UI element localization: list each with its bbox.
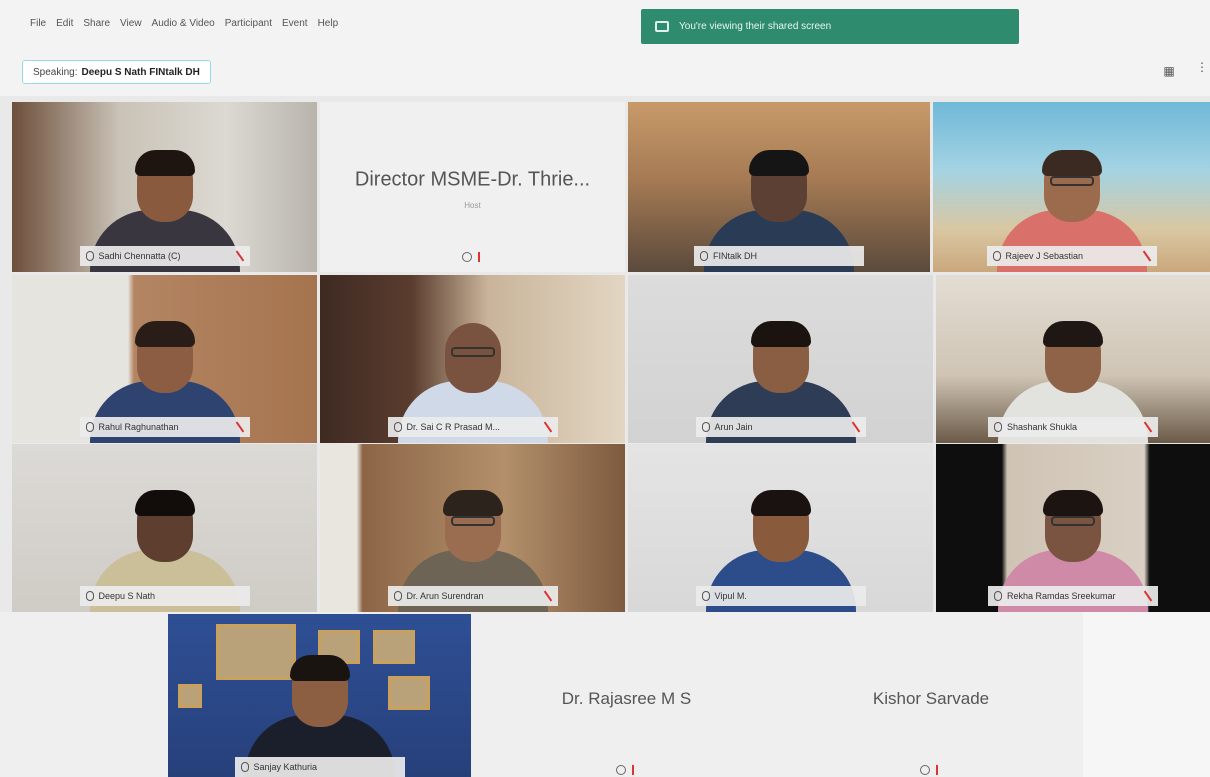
participant-name-label: Arun Jain <box>695 417 866 437</box>
mic-icon <box>85 422 94 432</box>
mic-icon <box>701 591 710 601</box>
more-icon[interactable]: ⋮ <box>1196 60 1210 82</box>
status-icons <box>615 765 638 775</box>
participant-name-label: Rekha Ramdas Sreekumar <box>988 586 1158 606</box>
video-tile[interactable]: Sanjay Kathuria <box>168 614 471 777</box>
participant-name-label: Sanjay Kathuria <box>234 757 405 777</box>
speaking-prefix: Speaking: <box>33 66 78 78</box>
video-tile[interactable]: Arun Jain <box>628 275 933 443</box>
screen-share-icon <box>655 21 669 32</box>
mic-muted-icon <box>1143 251 1151 261</box>
participant-name: FINtalk DH <box>713 251 758 261</box>
mic-muted-icon <box>631 765 638 775</box>
screen-share-banner-text: You're viewing their shared screen <box>679 21 832 32</box>
participant-name: Dr. Sai C R Prasad M... <box>406 422 501 432</box>
video-tile[interactable]: Rajeev J Sebastian <box>933 102 1210 272</box>
participant-name-label: Rajeev J Sebastian <box>986 246 1157 266</box>
grid-view-icon[interactable]: ▦ <box>1158 60 1180 82</box>
participant-name: Shashank Shukla <box>1007 422 1078 432</box>
mic-icon <box>992 251 1001 261</box>
menu-item-audio-video[interactable]: Audio & Video <box>152 18 215 29</box>
participant-name-label: Deepu S Nath <box>79 586 250 606</box>
participant-name: Arun Jain <box>714 422 753 432</box>
participant-name: Rajeev J Sebastian <box>1005 251 1084 261</box>
participant-name: Rekha Ramdas Sreekumar <box>1007 591 1116 601</box>
empty-slot <box>1083 612 1210 777</box>
participant-name: Sanjay Kathuria <box>253 762 318 772</box>
participant-name-card: Kishor Sarvade <box>872 688 990 708</box>
participant-name: Dr. Arun Surendran <box>406 591 484 601</box>
mic-icon <box>700 251 708 261</box>
mic-muted-icon <box>236 251 244 261</box>
mic-icon <box>994 422 1002 432</box>
mic-muted-icon <box>236 422 244 432</box>
participant-name-label: FINtalk DH <box>694 246 864 266</box>
mic-icon <box>994 591 1002 601</box>
participant-name-card: Director MSME-Dr. Thrie... <box>354 168 591 191</box>
mic-icon <box>615 765 626 775</box>
video-tile[interactable]: Dr. Sai C R Prasad M... <box>320 275 625 443</box>
mic-muted-icon <box>936 765 942 775</box>
mic-icon <box>461 252 472 262</box>
mic-icon <box>393 591 402 601</box>
participant-name: Rahul Raghunathan <box>98 422 179 432</box>
mic-muted-icon <box>852 422 860 432</box>
video-tile[interactable]: Dr. Arun Surendran <box>320 444 625 612</box>
screen-share-banner[interactable]: You're viewing their shared screen <box>641 9 1019 44</box>
mic-muted-icon <box>477 252 484 262</box>
meeting-window: File Edit Share View Audio & Video Parti… <box>0 0 1210 777</box>
video-tile[interactable]: Shashank Shukla <box>936 275 1210 443</box>
video-tile[interactable]: Rahul Raghunathan <box>12 275 317 443</box>
video-tile-active[interactable]: Deepu S Nath <box>12 444 317 612</box>
mic-muted-icon <box>544 591 552 601</box>
participant-name: Vipul M. <box>714 591 747 601</box>
menu-bar: File Edit Share View Audio & Video Parti… <box>0 0 1210 52</box>
video-tile[interactable]: Vipul M. <box>628 444 933 612</box>
mic-icon <box>85 251 94 261</box>
mic-icon <box>393 422 402 432</box>
mic-muted-icon <box>544 422 552 432</box>
participant-name: Sadhi Chennatta (C) <box>98 251 181 261</box>
status-icons <box>920 765 942 775</box>
participant-name-label: Shashank Shukla <box>988 417 1158 437</box>
participant-name-label: Rahul Raghunathan <box>79 417 250 437</box>
video-tile[interactable]: Sadhi Chennatta (C) <box>12 102 317 272</box>
name-card-tile[interactable]: Kishor Sarvade <box>779 614 1083 777</box>
speaking-indicator: Speaking: Deepu S Nath FINtalk DH <box>22 60 211 84</box>
menu-item-file[interactable]: File <box>30 18 46 29</box>
participant-role: Host <box>464 200 481 210</box>
mic-icon <box>240 762 249 772</box>
mic-icon <box>701 422 710 432</box>
wall-frame <box>178 684 202 708</box>
participant-name: Deepu S Nath <box>98 591 156 601</box>
menu-item-view[interactable]: View <box>120 18 142 29</box>
menu-item-event[interactable]: Event <box>282 18 308 29</box>
menu-item-participant[interactable]: Participant <box>225 18 272 29</box>
mic-icon <box>85 591 94 601</box>
participant-name-label: Dr. Arun Surendran <box>387 586 558 606</box>
menu: File Edit Share View Audio & Video Parti… <box>30 18 338 29</box>
name-card-tile[interactable]: Dr. Rajasree M S <box>474 614 779 777</box>
menu-item-help[interactable]: Help <box>318 18 339 29</box>
mic-icon <box>920 765 930 775</box>
participant-name-label: Vipul M. <box>695 586 866 606</box>
speaking-name: Deepu S Nath FINtalk DH <box>81 66 200 78</box>
menu-item-share[interactable]: Share <box>83 18 110 29</box>
participant-video <box>244 627 395 777</box>
video-tile-active[interactable]: FINtalk DH <box>628 102 930 272</box>
menu-item-edit[interactable]: Edit <box>56 18 73 29</box>
name-card-tile[interactable]: Director MSME-Dr. Thrie... Host <box>320 102 625 272</box>
mic-muted-icon <box>1144 591 1152 601</box>
mic-muted-icon <box>1144 422 1152 432</box>
video-tile[interactable]: Rekha Ramdas Sreekumar <box>936 444 1210 612</box>
status-icons <box>461 252 484 262</box>
participant-name-label: Sadhi Chennatta (C) <box>79 246 250 266</box>
participant-name-card: Dr. Rajasree M S <box>561 688 692 708</box>
participant-name-label: Dr. Sai C R Prasad M... <box>387 417 558 437</box>
